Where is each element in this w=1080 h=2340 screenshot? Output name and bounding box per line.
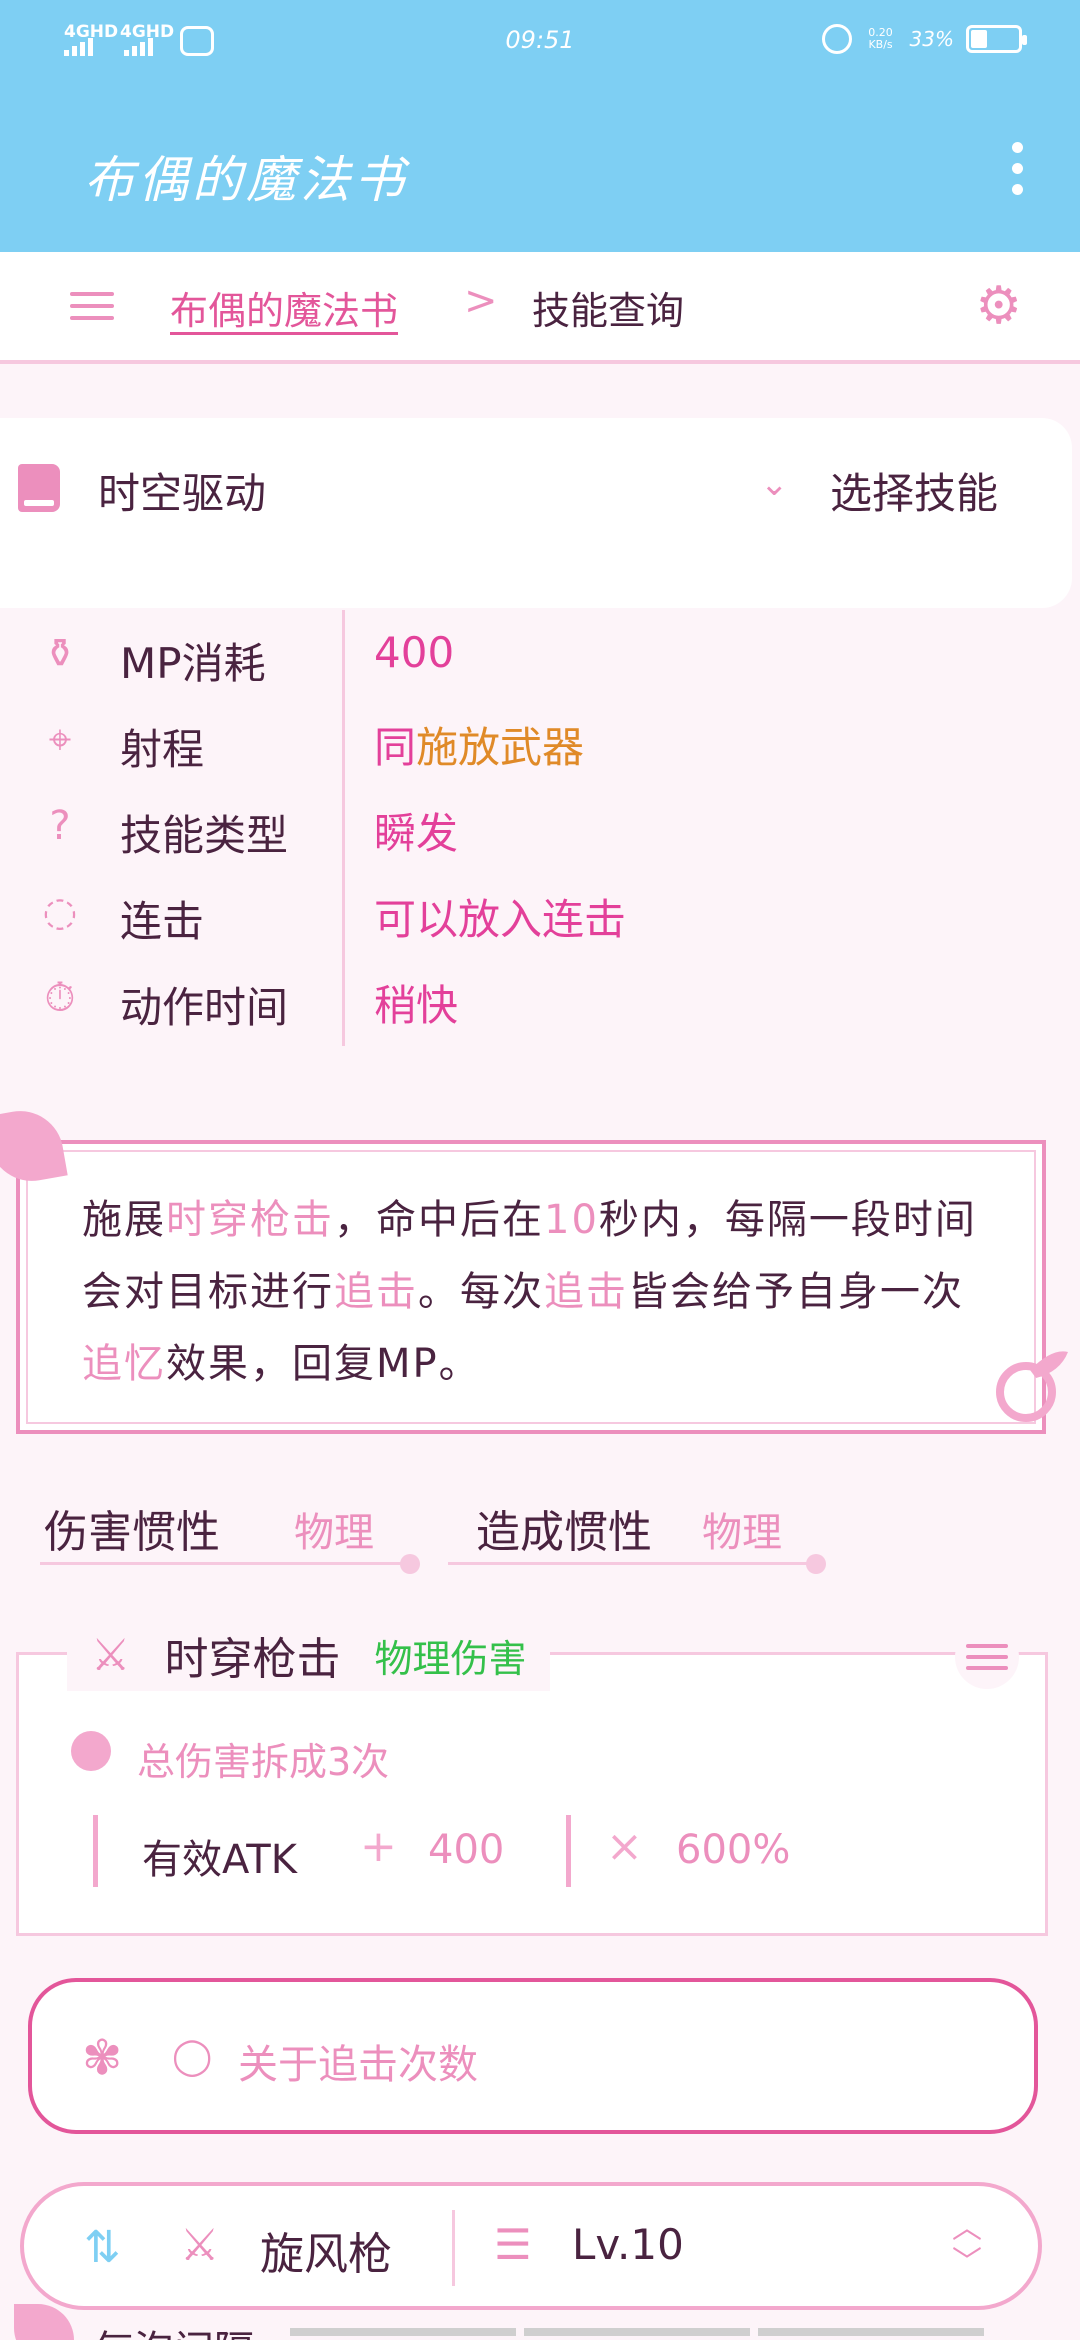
base-value: 400 — [428, 1827, 505, 1873]
skill-description: 施展时穿枪击，命中后在10秒内，每隔一段时间会对目标进行追击。每次追击皆会给予自… — [16, 1140, 1046, 1434]
combo-icon: ◌ — [42, 889, 78, 935]
desc-text: 皆会给予自身一次 — [628, 1269, 964, 1315]
alarm-icon — [821, 24, 852, 54]
breadcrumb: 布偶的魔法书 > 技能查询 ⚙ — [0, 252, 1080, 364]
property-label: 动作时间 — [120, 983, 289, 1032]
divider — [566, 1815, 571, 1887]
multiplier-value: 600% — [676, 1827, 791, 1873]
leaf-decoration-icon — [0, 1104, 68, 1188]
property-row: ◌ 连击 可以放入连击 — [0, 868, 1080, 954]
property-label: 射程 — [120, 725, 205, 774]
net-speed: 0.20 KB/s — [868, 26, 893, 51]
times-icon: × — [606, 1821, 643, 1872]
plus-icon: + — [360, 1821, 397, 1872]
damage-inertia-value: 物理 — [294, 1510, 374, 1556]
property-row: ⌖ 射程 同施放武器 — [0, 696, 1080, 782]
desc-text: 。每次 — [418, 1269, 544, 1315]
list-icon: ☰ — [494, 2220, 532, 2269]
property-value-highlight: 施放武器 — [416, 723, 585, 772]
swap-icon[interactable]: ⇅ — [84, 2222, 121, 2273]
skill-name[interactable]: 旋风枪 — [260, 2218, 392, 2282]
sword-icon: ⚔ — [180, 2220, 220, 2271]
property-value: 瞬发 — [374, 809, 459, 858]
next-section-tabs — [290, 2328, 984, 2336]
breadcrumb-root-link[interactable]: 布偶的魔法书 — [170, 280, 398, 335]
desc-highlight: 追击 — [334, 1269, 418, 1315]
desc-highlight: 追击 — [544, 1269, 628, 1315]
app-title: 布偶的魔法书 — [84, 151, 408, 209]
level-stepper-icon[interactable]: ︿ ﹀ — [952, 2212, 982, 2280]
speech-bubble-icon: ◯ — [172, 2036, 213, 2077]
select-skill-button[interactable]: 选择技能 — [830, 460, 998, 521]
maple-leaf-icon: ✾ — [82, 2030, 123, 2086]
app-bar: 4GHD 4GHD 09:51 0.20 KB/s 33% 布偶的魔法书 — [0, 0, 1080, 252]
cause-inertia-label: 造成惯性 — [476, 1507, 652, 1558]
property-value: 同施放武器 — [374, 714, 584, 775]
cause-inertia: 造成惯性 物理 — [448, 1490, 836, 1574]
split-icon — [71, 1731, 111, 1771]
skill-selector[interactable]: 时空驱动 ⌄ 选择技能 — [0, 418, 1072, 608]
breadcrumb-current: 技能查询 — [532, 289, 685, 333]
property-label: 技能类型 — [120, 811, 289, 860]
target-icon: ⌖ — [48, 717, 72, 763]
leaf-decoration-icon — [14, 2304, 74, 2340]
divider — [448, 1562, 818, 1565]
desc-highlight: 时穿枪击 — [166, 1197, 334, 1243]
damage-name: 时穿枪击 — [164, 1634, 341, 1685]
crossed-swords-icon: ⚔ — [91, 1629, 131, 1681]
desc-highlight: 10 — [544, 1197, 599, 1243]
property-label: MP消耗 — [120, 639, 266, 688]
status-bar: 4GHD 4GHD 09:51 0.20 KB/s 33% — [0, 0, 1080, 80]
more-options-icon[interactable] — [1012, 142, 1024, 195]
book-icon — [18, 464, 60, 512]
cause-inertia-value: 物理 — [702, 1510, 782, 1556]
damage-inertia: 伤害惯性 物理 — [40, 1490, 420, 1574]
question-icon: ? — [49, 803, 71, 849]
gear-icon[interactable]: ⚙ — [975, 280, 1022, 332]
dot-icon — [400, 1554, 420, 1574]
potion-icon: ⚱ — [43, 631, 77, 677]
battery-percent: 33% — [909, 27, 954, 51]
damage-card: ⚔ 时穿枪击 物理伤害 总伤害拆成3次 有效ATK + 400 × 600% — [16, 1619, 1048, 1936]
damage-formula: 有效ATK + 400 × 600% — [93, 1815, 853, 1887]
skill-level-bar: ⇅ ⚔ 旋风枪 ☰ Lv.10 ︿ ﹀ — [20, 2182, 1042, 2310]
chevron-down-icon[interactable]: ⌄ — [760, 464, 789, 504]
chevron-right-icon: > — [464, 278, 498, 324]
battery-icon — [966, 25, 1027, 53]
property-value: 可以放入连击 — [374, 895, 627, 944]
divider — [40, 1562, 410, 1565]
property-row: ? 技能类型 瞬发 — [0, 782, 1080, 868]
note-text[interactable]: 关于追击次数 — [238, 2032, 478, 2090]
desc-text: ，命中后在 — [334, 1197, 544, 1243]
property-label: 连击 — [120, 897, 205, 946]
followup-note[interactable]: ✾ ◯ 关于追击次数 — [28, 1978, 1038, 2134]
next-section-title: 气泡间隔 — [94, 2318, 254, 2340]
damage-inertia-label: 伤害惯性 — [44, 1507, 220, 1558]
selected-skill[interactable]: 时空驱动 — [98, 460, 266, 521]
property-row: ⚱ MP消耗 400 — [0, 610, 1080, 696]
atk-label: 有效ATK — [142, 1837, 297, 1883]
desc-text: 效果，回复MP。 — [166, 1341, 481, 1387]
dot-icon — [806, 1554, 826, 1574]
damage-menu-icon[interactable] — [955, 1625, 1019, 1689]
property-value: 稍快 — [374, 981, 459, 1030]
skill-level[interactable]: Lv.10 — [572, 2220, 684, 2269]
desc-highlight: 追忆 — [82, 1341, 166, 1387]
damage-type: 物理伤害 — [374, 1636, 527, 1681]
damage-card-header: ⚔ 时穿枪击 物理伤害 — [67, 1619, 551, 1691]
leaf-decoration-icon — [996, 1351, 1068, 1422]
desc-text: 施展 — [82, 1197, 166, 1243]
property-value: 400 — [374, 628, 455, 677]
menu-icon[interactable] — [70, 292, 114, 320]
skill-properties: ⚱ MP消耗 400 ⌖ 射程 同施放武器 ? 技能类型 瞬发 ◌ 连击 可以放… — [0, 610, 1080, 1050]
property-value-prefix: 同 — [374, 723, 417, 772]
damage-split: 总伤害拆成3次 — [137, 1740, 390, 1784]
divider — [452, 2210, 455, 2286]
timer-icon: ⏱ — [44, 975, 76, 1021]
property-row: ⏱ 动作时间 稍快 — [0, 954, 1080, 1040]
